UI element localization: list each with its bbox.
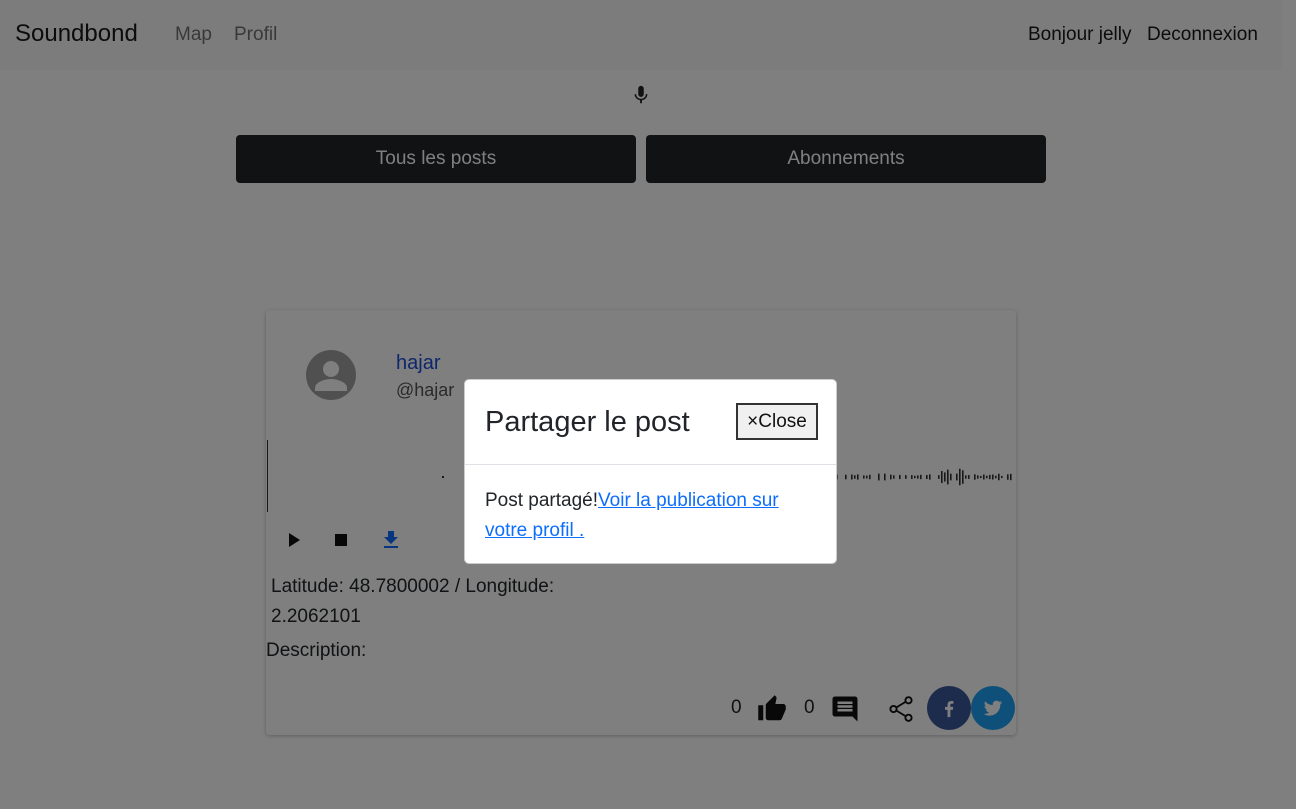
modal-title: Partager le post <box>485 406 690 438</box>
close-button[interactable]: × Close <box>736 403 818 440</box>
modal-body: Post partagé!Voir la publication sur vot… <box>485 486 815 546</box>
share-modal: Partager le post × Close Post partagé!Voi… <box>464 379 837 564</box>
close-icon: × <box>747 410 759 432</box>
close-label: Close <box>758 410 807 432</box>
share-confirmation-text: Post partagé! <box>485 490 599 511</box>
modal-header: Partager le post × Close <box>465 380 836 465</box>
